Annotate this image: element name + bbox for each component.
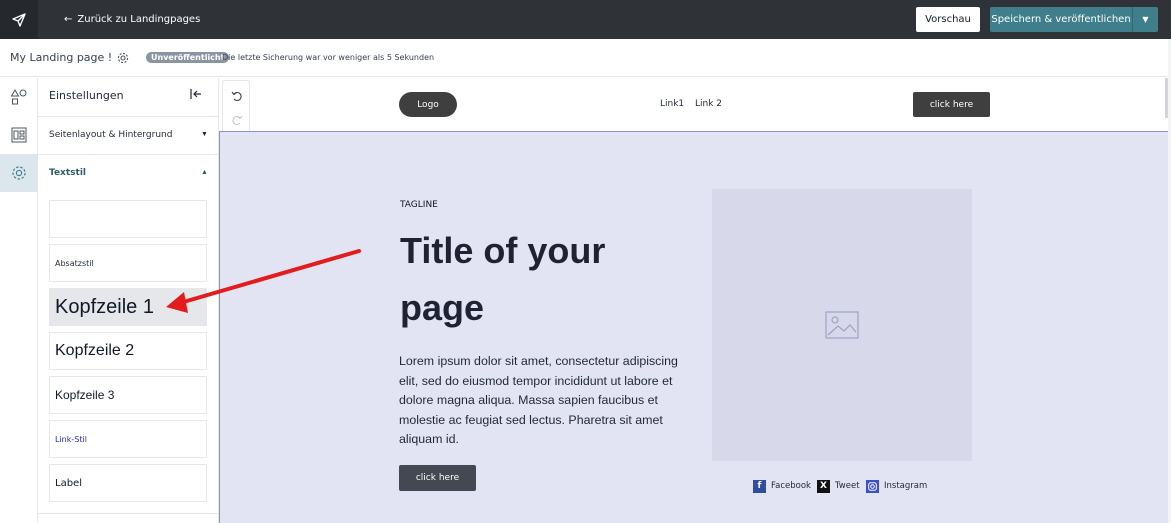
history-toolbar (222, 80, 250, 132)
hero-cta-button[interactable]: click here (399, 465, 476, 491)
panel-divider (38, 513, 219, 514)
preview-button[interactable]: Vorschau (916, 7, 980, 32)
text-style-heading-3[interactable]: Kopfzeile 3 (49, 376, 207, 414)
section-text-style[interactable]: Textstil ▲ (38, 154, 219, 192)
text-style-paragraph-label: Absatzstil (55, 258, 94, 268)
facebook-icon: f (753, 479, 766, 493)
save-publish-button[interactable]: Speichern & veröffentlichen ▼ (990, 7, 1158, 32)
status-badge: Unveröffentlicht (146, 52, 230, 63)
text-style-label-label: Label (55, 477, 82, 489)
section-page-layout[interactable]: Seitenlayout & Hintergrund ▼ (38, 116, 219, 154)
back-link-label: Zurück zu Landingpages (77, 14, 201, 25)
section-page-layout-label: Seitenlayout & Hintergrund (49, 130, 173, 140)
text-style-link[interactable]: Link-Stil (49, 420, 207, 458)
settings-panel: Einstellungen Seitenlayout & Hintergrund… (38, 78, 219, 523)
chevron-down-icon[interactable]: ▼ (1132, 7, 1158, 32)
hero-body-text[interactable]: Lorem ipsum dolor sit amet, consectetur … (399, 352, 699, 450)
social-tweet[interactable]: X Tweet (817, 479, 860, 493)
hero-tagline[interactable]: TAGLINE (400, 200, 438, 210)
caret-down-icon: ▼ (201, 131, 208, 138)
back-arrow-icon: ← (64, 14, 73, 25)
send-logo-icon[interactable] (0, 0, 38, 39)
page-info-bar: My Landing page ! Unveröffentlicht Die l… (0, 39, 1168, 77)
nav-cta-button[interactable]: click here (913, 92, 990, 117)
back-to-landingpages-link[interactable]: ← Zurück zu Landingpages (64, 0, 200, 39)
image-icon (825, 311, 859, 339)
social-tweet-label: Tweet (835, 481, 860, 491)
save-publish-label: Speichern & veröffentlichen (991, 14, 1131, 25)
text-style-heading-1[interactable]: Kopfzeile 1 (49, 288, 207, 326)
text-style-empty[interactable] (49, 200, 207, 238)
section-text-style-label: Textstil (49, 168, 86, 178)
text-style-heading-2-label: Kopfzeile 2 (55, 342, 135, 359)
hero-title[interactable]: Title of your page (400, 222, 680, 336)
instagram-icon (866, 479, 879, 493)
undo-icon[interactable] (229, 88, 245, 104)
panel-title: Einstellungen (49, 89, 124, 102)
text-style-label[interactable]: Label (49, 464, 207, 502)
settings-gear-icon[interactable] (0, 154, 38, 192)
top-bar: ← Zurück zu Landingpages Vorschau Speich… (0, 0, 1171, 39)
caret-up-icon: ▲ (201, 169, 208, 176)
redo-icon[interactable] (229, 112, 245, 128)
social-instagram[interactable]: Instagram (866, 479, 927, 493)
layout-icon[interactable] (0, 116, 38, 154)
save-status-text: Die letzte Sicherung war vor weniger als… (222, 53, 435, 62)
image-placeholder[interactable] (712, 189, 972, 461)
social-facebook[interactable]: f Facebook (753, 479, 811, 493)
text-style-paragraph[interactable]: Absatzstil (49, 244, 207, 282)
scrollbar-thumb[interactable] (1165, 78, 1168, 118)
landing-logo[interactable]: Logo (399, 92, 457, 117)
text-style-link-label: Link-Stil (55, 434, 87, 444)
shapes-icon[interactable] (0, 78, 38, 116)
collapse-panel-icon[interactable] (188, 86, 204, 102)
page-name[interactable]: My Landing page ! (10, 51, 112, 64)
social-instagram-label: Instagram (884, 481, 928, 491)
text-style-heading-1-label: Kopfzeile 1 (55, 295, 154, 318)
left-icon-rail (0, 78, 38, 523)
nav-link-1[interactable]: Link1 (660, 99, 684, 109)
page-settings-gear-icon[interactable] (116, 51, 130, 65)
text-style-heading-2[interactable]: Kopfzeile 2 (49, 332, 207, 370)
x-twitter-icon: X (817, 479, 830, 493)
hero-section[interactable] (219, 131, 1168, 523)
nav-link-2[interactable]: Link 2 (695, 99, 722, 109)
social-facebook-label: Facebook (771, 481, 811, 491)
text-style-heading-3-label: Kopfzeile 3 (55, 388, 115, 402)
